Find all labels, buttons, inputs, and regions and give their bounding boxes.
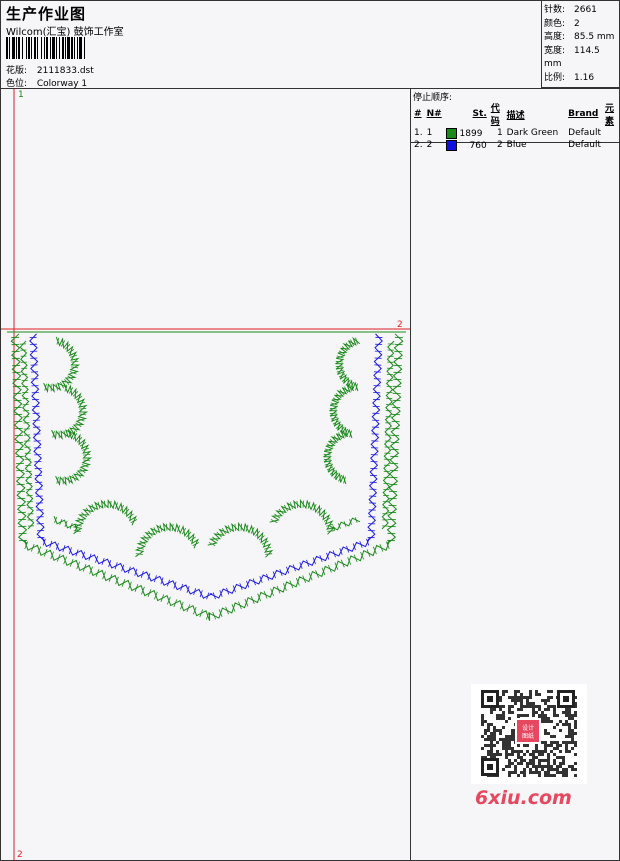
embroidery-design: 1 2 2 [1, 89, 410, 860]
col-code: 代码 [490, 104, 500, 127]
panel-divider [410, 143, 411, 860]
col-element: 元素 [605, 104, 615, 127]
design-label: 花版: [6, 66, 28, 76]
stop-sequence-panel: 停止顺序: # N# St. 代码 描述 Brand 元素 1. 1 1899 [410, 89, 619, 151]
col-st: St. [472, 109, 487, 119]
stats-panel: 针数: 2661 颜色: 2 高度: 85.5 mm 宽度: 114.5 mm 比例: 1… [541, 1, 619, 88]
col-desc: 描述 [506, 110, 525, 121]
col-hash: # [414, 109, 422, 119]
col-brand: Brand [568, 109, 599, 119]
seal-line-2: 图纸 [522, 732, 534, 740]
stops-table: # N# St. 代码 描述 Brand 元素 1. 1 1899 1 Dark… [412, 101, 619, 151]
stat-scale: 比例: 1.16 [544, 72, 595, 83]
design-file: 2111833.dst [36, 66, 94, 76]
stat-stitches: 针数: 2661 [544, 5, 597, 15]
stat-colors: 颜色: 2 [544, 18, 580, 29]
start-marker: 1 [18, 90, 24, 100]
col-n: N# [426, 109, 442, 119]
table-row: 2. 2 760 2 Blue Default [414, 139, 602, 151]
seal-line-1: 设计 [522, 724, 534, 732]
end-marker-right: 2 [397, 320, 403, 330]
table-row: 1. 1 1899 1 Dark Green Default [414, 127, 602, 139]
barcode [6, 37, 142, 59]
subtitle: Wilcom(汇宝) 鼓饰工作室 [6, 27, 124, 38]
design-file-row: 花版: 2111833.dst [6, 63, 94, 76]
stat-width: 宽度: 114.5 mm [544, 45, 600, 70]
qr-code: 设计图纸 [471, 684, 587, 784]
watermark-brand: 6xiu.com [475, 787, 572, 809]
page-title: 生产作业图 [6, 5, 87, 23]
end-marker-bottom: 2 [17, 850, 23, 860]
stat-height: 高度: 85.5 mm [544, 32, 615, 42]
production-sheet: 生产作业图 Wilcom(汇宝) 鼓饰工作室 花版: 2111833.dst 色… [0, 0, 620, 861]
header: 生产作业图 Wilcom(汇宝) 鼓饰工作室 花版: 2111833.dst 色… [1, 1, 541, 89]
color-swatch [445, 127, 457, 139]
color-swatch [445, 139, 457, 151]
stitch-paths [10, 333, 404, 621]
